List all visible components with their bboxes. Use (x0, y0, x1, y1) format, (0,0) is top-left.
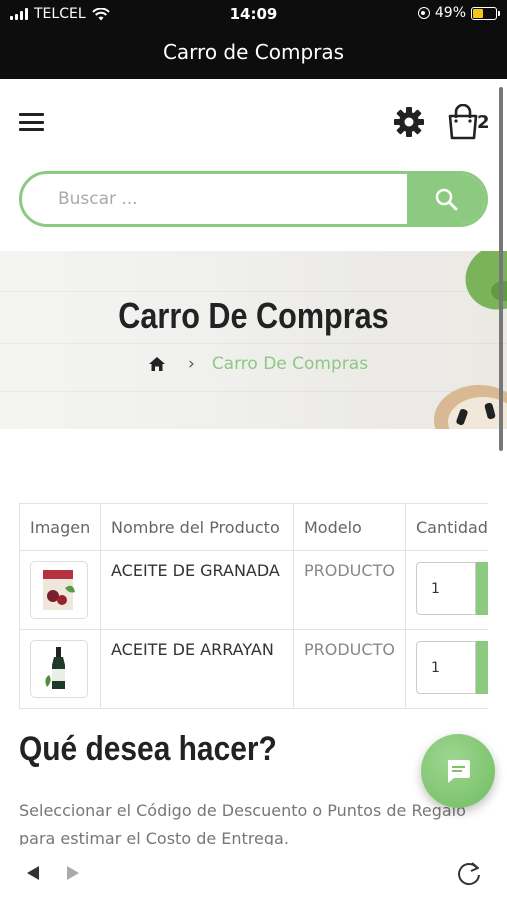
product-name[interactable]: ACEITE DE ARRAYAN (111, 640, 283, 659)
product-model: PRODUCTO (304, 561, 395, 580)
home-icon[interactable] (148, 356, 166, 372)
quantity-group (416, 562, 488, 615)
product-image[interactable] (30, 561, 88, 619)
column-header: Imagen (19, 503, 101, 551)
search-bar (19, 171, 488, 227)
breadcrumb: › Carro De Compras (148, 354, 368, 374)
battery-icon (471, 6, 500, 20)
gear-icon[interactable] (393, 106, 425, 138)
site-header: 2 (0, 79, 507, 169)
breadcrumb-current: Carro De Compras (211, 354, 369, 374)
table-row: ACEITE DE ARRAYAN PRODUCTO (19, 629, 488, 709)
page-heading: Carro De Compras (118, 295, 389, 336)
back-arrow-icon[interactable] (24, 863, 42, 883)
status-bar: TELCEL 14:09 49% (0, 0, 507, 28)
search-button[interactable] (407, 174, 485, 224)
product-image[interactable] (30, 640, 88, 698)
browser-toolbar (0, 845, 507, 900)
page-banner: Carro De Compras › Carro De Compras (0, 251, 507, 429)
update-quantity-button[interactable] (476, 641, 488, 694)
product-name[interactable]: ACEITE DE GRANADA (111, 561, 283, 580)
chat-icon (448, 760, 470, 783)
section-title: Qué desea hacer? (19, 730, 277, 768)
chat-button[interactable] (421, 734, 495, 808)
window-title: Carro de Compras (162, 40, 345, 64)
column-header: Cantidad (405, 503, 488, 551)
menu-icon[interactable] (19, 113, 44, 131)
quantity-group (416, 641, 488, 694)
table-header-row: Imagen Nombre del Producto Modelo Cantid… (19, 503, 488, 551)
page-scrollbar[interactable] (499, 87, 503, 451)
quantity-input[interactable] (416, 562, 476, 615)
search-icon (435, 188, 458, 211)
product-model: PRODUCTO (304, 640, 395, 659)
reload-icon[interactable] (455, 859, 483, 887)
breadcrumb-separator: › (188, 354, 195, 374)
column-header: Modelo (293, 503, 406, 551)
cart-count-badge: 2 (477, 112, 490, 133)
cart-table: Imagen Nombre del Producto Modelo Cantid… (19, 503, 488, 712)
table-row: ACEITE DE GRANADA PRODUCTO (19, 550, 488, 630)
battery-percent: 49% (434, 5, 466, 21)
orientation-lock-icon (417, 7, 430, 19)
battery-group: 49% (417, 5, 500, 21)
quantity-input[interactable] (416, 641, 476, 694)
search-input[interactable] (22, 174, 410, 224)
top-bar: TELCEL 14:09 49% Carro de Compras (0, 0, 507, 79)
forward-arrow-icon[interactable] (64, 863, 82, 883)
column-header: Nombre del Producto (100, 503, 294, 551)
update-quantity-button[interactable] (476, 562, 488, 615)
